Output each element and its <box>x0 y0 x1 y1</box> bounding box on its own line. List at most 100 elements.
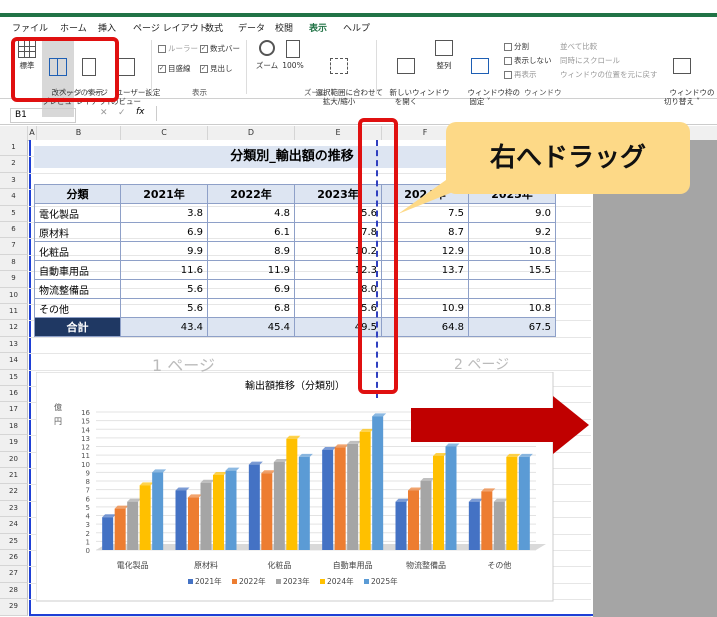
row-header[interactable]: 11 <box>0 304 28 321</box>
value-cell[interactable]: 11.9 <box>207 260 295 280</box>
export-chart[interactable]: 輸出額推移（分類別） 億 円 012345678910111213141516 … <box>36 372 554 602</box>
value-cell[interactable]: 9.0 <box>468 203 556 223</box>
tab-page-layout[interactable]: ページ レイアウト <box>133 21 208 34</box>
row-header[interactable]: 4 <box>0 189 28 206</box>
chart-bar <box>225 470 237 550</box>
value-cell[interactable]: 3.8 <box>120 203 208 223</box>
category-cell[interactable]: 自動車用品 <box>34 260 121 280</box>
row-header[interactable]: 28 <box>0 582 28 600</box>
chart-bar <box>433 455 444 550</box>
reset-window-position-button[interactable]: ウィンドウの位置を元に戻す <box>560 70 658 79</box>
total-cell[interactable]: 45.4 <box>207 317 295 337</box>
gridlines-checkbox[interactable]: ✓ 目盛線 <box>158 64 191 73</box>
row-header[interactable]: 19 <box>0 435 28 452</box>
row-header[interactable]: 18 <box>0 418 28 436</box>
row-header[interactable]: 9 <box>0 271 28 288</box>
total-cell[interactable]: 67.5 <box>468 317 556 337</box>
row-header[interactable]: 17 <box>0 402 28 419</box>
row-header[interactable]: 16 <box>0 386 28 403</box>
row-header[interactable]: 8 <box>0 254 28 272</box>
value-cell[interactable]: 5.6 <box>120 279 208 299</box>
header-cell[interactable]: 2021年 <box>120 184 208 204</box>
column-header[interactable]: B <box>37 126 121 141</box>
cancel-icon[interactable]: ✕ <box>100 108 108 118</box>
fx-icon[interactable]: fx <box>136 107 145 117</box>
zoom-button[interactable]: ズーム <box>254 40 280 70</box>
row-header[interactable]: 20 <box>0 451 28 468</box>
row-header[interactable]: 12 <box>0 320 28 337</box>
row-header[interactable]: 2 <box>0 156 28 173</box>
value-cell[interactable]: 15.5 <box>468 260 556 280</box>
tab-formulas[interactable]: 数式 <box>205 21 223 34</box>
value-cell[interactable]: 6.1 <box>207 222 295 242</box>
row-header[interactable]: 15 <box>0 369 28 386</box>
unhide-window-button[interactable]: 再表示 <box>504 70 537 79</box>
zoom-100-button[interactable]: 100% <box>282 40 304 70</box>
row-header[interactable]: 22 <box>0 484 28 501</box>
tab-home[interactable]: ホーム <box>60 21 87 34</box>
arrange-all-button[interactable]: 整列 <box>432 40 456 70</box>
category-cell[interactable]: 化粧品 <box>34 241 121 261</box>
row-header[interactable]: 25 <box>0 533 28 550</box>
value-cell[interactable]: 8.9 <box>207 241 295 261</box>
row-header[interactable]: 7 <box>0 238 28 255</box>
tab-help[interactable]: ヘルプ <box>343 21 370 34</box>
ruler-checkbox[interactable]: ルーラー <box>158 44 198 53</box>
chart-x-label: 自動車用品 <box>333 560 373 570</box>
tab-file[interactable]: ファイル <box>12 21 48 34</box>
name-box[interactable]: B1 <box>10 108 76 123</box>
ribbon-separator <box>246 40 247 94</box>
hide-window-button[interactable]: 表示しない <box>504 56 552 65</box>
tab-data[interactable]: データ <box>238 21 265 34</box>
category-cell[interactable]: 物流整備品 <box>34 279 121 299</box>
view-side-by-side-button[interactable]: 並べて比較 <box>560 42 597 51</box>
header-cell[interactable]: 分類 <box>34 184 121 204</box>
row-header[interactable]: 23 <box>0 500 28 518</box>
row-header[interactable]: 26 <box>0 550 28 567</box>
row-header[interactable]: 6 <box>0 222 28 239</box>
formula-bar-checkbox[interactable]: ✓ 数式バー <box>200 44 240 53</box>
column-header[interactable]: A <box>28 126 37 141</box>
chart-bar <box>188 497 199 550</box>
row-header[interactable]: 21 <box>0 468 28 485</box>
header-cell[interactable]: 2022年 <box>207 184 295 204</box>
row-header[interactable]: 27 <box>0 566 28 583</box>
synchronous-scroll-button[interactable]: 同時にスクロール <box>560 56 620 65</box>
column-header[interactable]: C <box>121 126 208 141</box>
value-cell[interactable]: 9.2 <box>468 222 556 242</box>
total-cell[interactable]: 43.4 <box>120 317 208 337</box>
category-cell[interactable]: 電化製品 <box>34 203 121 223</box>
row-header[interactable]: 24 <box>0 517 28 534</box>
enter-icon[interactable]: ✓ <box>118 108 126 118</box>
row-header[interactable]: 10 <box>0 287 28 304</box>
value-cell[interactable]: 9.9 <box>120 241 208 261</box>
row-header[interactable]: 3 <box>0 172 28 190</box>
tab-review[interactable]: 校閲 <box>275 21 293 34</box>
row-header[interactable]: 1 <box>0 140 28 157</box>
value-cell[interactable]: 10.8 <box>468 241 556 261</box>
category-cell[interactable]: その他 <box>34 298 121 318</box>
headings-checkbox[interactable]: ✓ 見出し <box>200 64 233 73</box>
column-header[interactable]: D <box>208 126 295 141</box>
value-cell[interactable]: 6.8 <box>207 298 295 318</box>
custom-views-icon <box>117 58 135 76</box>
category-cell[interactable]: 原材料 <box>34 222 121 242</box>
select-all-corner[interactable] <box>0 126 28 141</box>
value-cell[interactable]: 10.8 <box>468 298 556 318</box>
row-header[interactable]: 5 <box>0 205 28 222</box>
value-cell[interactable] <box>468 279 556 299</box>
value-cell[interactable]: 6.9 <box>207 279 295 299</box>
split-button[interactable]: 分割 <box>504 42 529 51</box>
row-header[interactable]: 29 <box>0 599 28 616</box>
total-label-cell[interactable]: 合計 <box>34 317 121 337</box>
row-header[interactable]: 14 <box>0 353 28 370</box>
value-cell[interactable]: 5.6 <box>120 298 208 318</box>
value-cell[interactable]: 6.9 <box>120 222 208 242</box>
tab-insert[interactable]: 挿入 <box>98 21 116 34</box>
chart-y-tick-label: 9 <box>86 469 90 477</box>
value-cell[interactable]: 4.8 <box>207 203 295 223</box>
drag-instruction-callout: 右へドラッグ <box>446 122 690 194</box>
row-header[interactable]: 13 <box>0 336 28 354</box>
formula-input[interactable] <box>156 106 713 121</box>
value-cell[interactable]: 11.6 <box>120 260 208 280</box>
